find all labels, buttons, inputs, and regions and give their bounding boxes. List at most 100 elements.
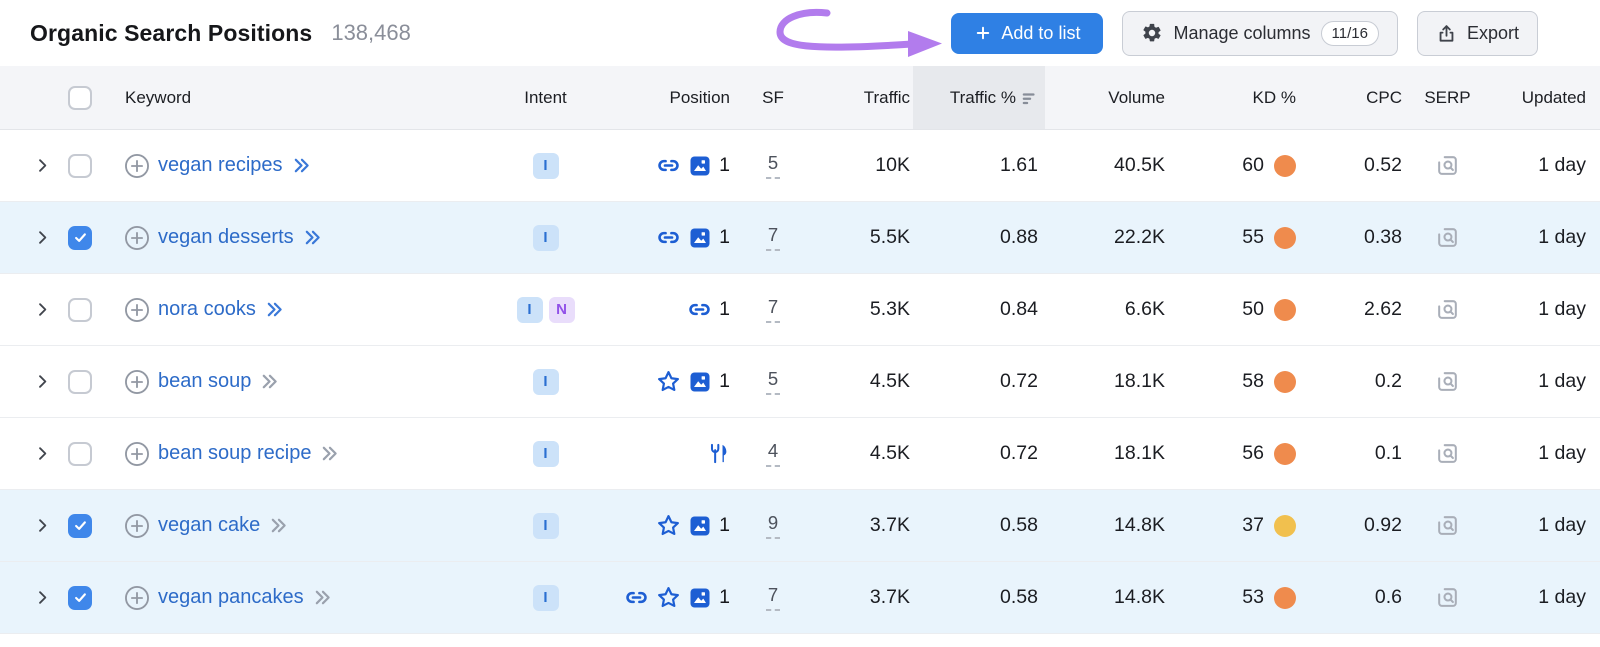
sf-value[interactable]: 5 [766, 368, 780, 395]
serp-preview-icon[interactable] [1434, 224, 1461, 251]
column-header-serp[interactable]: SERP [1405, 66, 1490, 129]
double-chevron-icon[interactable] [302, 227, 323, 248]
column-header-cpc[interactable]: CPC [1298, 66, 1405, 129]
expand-row-chevron-icon[interactable] [34, 301, 51, 318]
intent-badge-informational[interactable]: I [533, 153, 559, 179]
image-serp-feature-icon [688, 586, 712, 610]
expand-row-chevron-icon[interactable] [34, 517, 51, 534]
cpc-value: 0.38 [1298, 202, 1405, 273]
add-keyword-plus-circle-icon[interactable] [124, 585, 150, 611]
sf-value[interactable]: 9 [766, 512, 780, 539]
updated-value: 1 day [1490, 130, 1600, 201]
sf-value[interactable]: 7 [766, 224, 780, 251]
double-chevron-icon[interactable] [319, 443, 340, 464]
row-checkbox[interactable] [68, 370, 92, 394]
double-chevron-icon[interactable] [268, 515, 289, 536]
keyword-link[interactable]: bean soup [158, 370, 251, 393]
column-header-kd[interactable]: KD % [1168, 66, 1298, 129]
expand-row-chevron-icon[interactable] [34, 229, 51, 246]
serp-preview-icon[interactable] [1434, 584, 1461, 611]
cpc-value: 0.6 [1298, 562, 1405, 633]
table-row[interactable]: vegan pancakes I 1 7 3.7K 0.58 14.8K 53 … [0, 562, 1600, 634]
traffic-pct-value: 0.58 [913, 562, 1045, 633]
serp-preview-icon[interactable] [1434, 296, 1461, 323]
traffic-value: 4.5K [813, 418, 913, 489]
keyword-link[interactable]: bean soup recipe [158, 442, 311, 465]
image-serp-feature-icon [688, 514, 712, 538]
column-header-traffic[interactable]: Traffic [813, 66, 913, 129]
keyword-link[interactable]: nora cooks [158, 298, 256, 321]
export-label: Export [1467, 23, 1519, 44]
position-value: 1 [719, 514, 730, 537]
row-checkbox[interactable] [68, 226, 92, 250]
image-serp-feature-icon [688, 226, 712, 250]
updated-value: 1 day [1490, 490, 1600, 561]
table-row[interactable]: vegan recipes I 1 5 10K 1.61 40.5K 60 0.… [0, 130, 1600, 202]
sf-value[interactable]: 4 [766, 440, 780, 467]
expand-row-chevron-icon[interactable] [34, 589, 51, 606]
position-value: 1 [719, 226, 730, 249]
serp-preview-icon[interactable] [1434, 440, 1461, 467]
column-header-updated[interactable]: Updated [1490, 66, 1600, 129]
intent-badge-informational[interactable]: I [533, 585, 559, 611]
expand-row-chevron-icon[interactable] [34, 373, 51, 390]
row-checkbox[interactable] [68, 442, 92, 466]
add-keyword-plus-circle-icon[interactable] [124, 225, 150, 251]
row-checkbox[interactable] [68, 514, 92, 538]
serp-preview-icon[interactable] [1434, 512, 1461, 539]
double-chevron-icon[interactable] [264, 299, 285, 320]
table-row[interactable]: vegan desserts I 1 7 5.5K 0.88 22.2K 55 … [0, 202, 1600, 274]
intent-badge-navigational[interactable]: N [549, 297, 575, 323]
add-keyword-plus-circle-icon[interactable] [124, 441, 150, 467]
double-chevron-icon[interactable] [312, 587, 333, 608]
serp-preview-icon[interactable] [1434, 368, 1461, 395]
cpc-value: 0.2 [1298, 346, 1405, 417]
sf-value[interactable]: 5 [766, 152, 780, 179]
column-header-intent[interactable]: Intent [498, 66, 593, 129]
intent-badge-informational[interactable]: I [533, 513, 559, 539]
add-keyword-plus-circle-icon[interactable] [124, 369, 150, 395]
keyword-link[interactable]: vegan desserts [158, 226, 294, 249]
manage-columns-button[interactable]: Manage columns 11/16 [1122, 11, 1398, 56]
select-all-checkbox[interactable] [68, 86, 92, 110]
column-header-position[interactable]: Position [593, 66, 733, 129]
row-checkbox[interactable] [68, 586, 92, 610]
add-keyword-plus-circle-icon[interactable] [124, 153, 150, 179]
volume-value: 18.1K [1045, 418, 1168, 489]
traffic-pct-value: 1.61 [913, 130, 1045, 201]
keyword-link[interactable]: vegan recipes [158, 154, 283, 177]
keyword-link[interactable]: vegan pancakes [158, 586, 304, 609]
table-row[interactable]: vegan cake I 1 9 3.7K 0.58 14.8K 37 0.92… [0, 490, 1600, 562]
keyword-link[interactable]: vegan cake [158, 514, 260, 537]
double-chevron-icon[interactable] [291, 155, 312, 176]
kd-value: 58 [1242, 370, 1264, 393]
add-keyword-plus-circle-icon[interactable] [124, 297, 150, 323]
serp-preview-icon[interactable] [1434, 152, 1461, 179]
intent-badge-informational[interactable]: I [533, 441, 559, 467]
expand-row-chevron-icon[interactable] [34, 445, 51, 462]
double-chevron-icon[interactable] [259, 371, 280, 392]
intent-badge-informational[interactable]: I [533, 225, 559, 251]
table-row[interactable]: nora cooks IN 1 7 5.3K 0.84 6.6K 50 2.62… [0, 274, 1600, 346]
sf-value[interactable]: 7 [766, 296, 780, 323]
row-checkbox[interactable] [68, 154, 92, 178]
link-serp-feature-icon [687, 297, 712, 322]
add-keyword-plus-circle-icon[interactable] [124, 513, 150, 539]
column-header-sf[interactable]: SF [733, 66, 813, 129]
column-header-traffic-pct[interactable]: Traffic % [913, 66, 1045, 129]
cpc-value: 0.52 [1298, 130, 1405, 201]
sf-value[interactable]: 7 [766, 584, 780, 611]
traffic-value: 10K [813, 130, 913, 201]
export-button[interactable]: Export [1417, 11, 1538, 56]
add-to-list-button[interactable]: Add to list [951, 13, 1103, 54]
column-header-volume[interactable]: Volume [1045, 66, 1168, 129]
cpc-value: 2.62 [1298, 274, 1405, 345]
expand-row-chevron-icon[interactable] [34, 157, 51, 174]
table-row[interactable]: bean soup recipe I 4 4.5K 0.72 18.1K 56 … [0, 418, 1600, 490]
intent-badge-informational[interactable]: I [533, 369, 559, 395]
column-header-keyword[interactable]: Keyword [125, 88, 191, 108]
intent-badge-informational[interactable]: I [517, 297, 543, 323]
row-checkbox[interactable] [68, 298, 92, 322]
header-expand-spacer [0, 66, 58, 129]
table-row[interactable]: bean soup I 1 5 4.5K 0.72 18.1K 58 0.2 1… [0, 346, 1600, 418]
